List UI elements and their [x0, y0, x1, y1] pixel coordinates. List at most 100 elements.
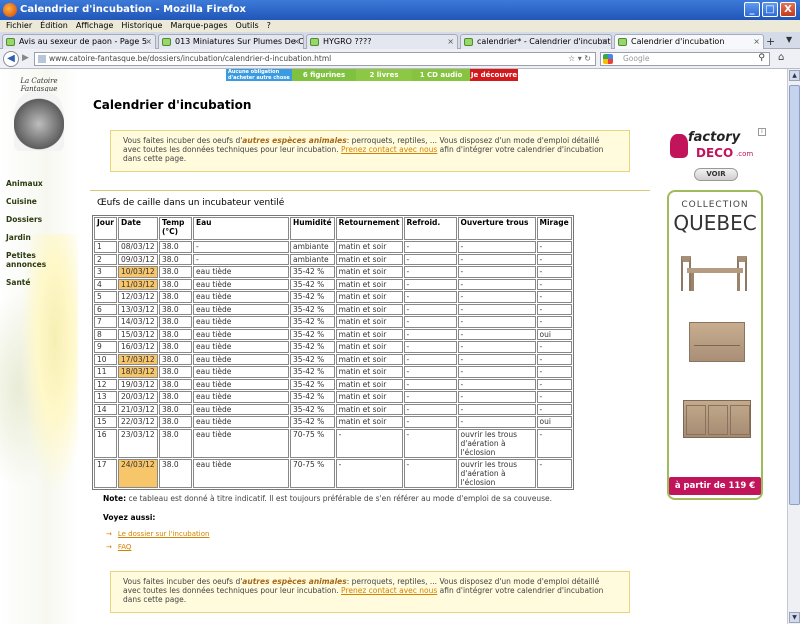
table-cell: 35-42 %: [289, 353, 335, 365]
scroll-thumb[interactable]: [789, 85, 800, 505]
close-tab-icon[interactable]: ×: [601, 35, 608, 48]
close-tab-icon[interactable]: ×: [145, 35, 152, 48]
maximize-button[interactable]: □: [762, 2, 778, 17]
see-also-links: → Le dossier sur l'incubation → FAQ: [106, 530, 209, 556]
table-cell: 1: [94, 241, 117, 253]
table-cell: 5: [94, 291, 117, 303]
menu-edition[interactable]: Édition: [40, 20, 68, 32]
table-cell: 35-42 %: [289, 391, 335, 403]
tab[interactable]: 013 Miniatures Sur Plumes De Cygne×: [158, 34, 304, 49]
table-cell: 19/03/12: [117, 378, 158, 390]
sidebar-item-jardin[interactable]: Jardin: [6, 233, 78, 242]
search-icon[interactable]: ⚲: [758, 52, 765, 64]
table-cell: 38.0: [158, 391, 192, 403]
table-cell: -: [457, 253, 536, 265]
site-logo[interactable]: La Catoire Fantasque: [6, 77, 72, 163]
home-icon[interactable]: ⌂: [778, 52, 784, 63]
sidebar-item-sante[interactable]: Santé: [6, 278, 78, 287]
table-row: 9 16/03/12 38.0 eau tiède 35-42 % matin et so…: [94, 341, 572, 353]
faq-link[interactable]: FAQ: [118, 543, 132, 551]
sidebar-item-cuisine[interactable]: Cuisine: [6, 197, 78, 206]
table-cell: -: [192, 241, 289, 253]
tab-label: 013 Miniatures Sur Plumes De Cygne: [175, 37, 304, 46]
table-cell: eau tiède: [192, 458, 289, 488]
incubation-dossier-link[interactable]: Le dossier sur l'incubation: [118, 530, 210, 538]
menu-help[interactable]: ?: [267, 20, 271, 32]
google-icon[interactable]: [603, 54, 613, 64]
menu-fichier[interactable]: Fichier: [6, 20, 32, 32]
ad-info-icon[interactable]: i: [758, 128, 766, 136]
banner-cta-button[interactable]: Je découvre: [470, 69, 518, 81]
url-bar[interactable]: www.catoire-fantasque.be/dossiers/incuba…: [34, 52, 596, 66]
chair-image: [681, 256, 691, 291]
table-cell: 9: [94, 341, 117, 353]
table-cell: -: [403, 416, 457, 428]
table-cell: oui: [536, 416, 572, 428]
search-input[interactable]: Google ⚲: [600, 52, 770, 66]
table-cell: 12: [94, 378, 117, 390]
table-leg-image: [737, 273, 740, 291]
tab[interactable]: calendrier* - Calendrier d'incubation ×: [460, 34, 612, 49]
tab[interactable]: HYGRO ???? ×: [306, 34, 458, 49]
tab-bar: Avis au sexeur de paon - Page 5 × 013 Mini…: [0, 32, 800, 49]
tab-favicon-icon: [162, 38, 171, 46]
page-title: Calendrier d'incubation: [93, 98, 252, 112]
scroll-up-button[interactable]: ▲: [789, 70, 800, 81]
table-cell: -: [457, 328, 536, 340]
ad-quebec-label: QUEBEC: [673, 211, 757, 235]
dining-set-image: [679, 252, 751, 296]
table-row: 5 12/03/12 38.0 eau tiède 35-42 % matin et so…: [94, 291, 572, 303]
menu-affichage[interactable]: Affichage: [76, 20, 114, 32]
col-header: Humidité: [289, 217, 335, 240]
menu-marque-pages[interactable]: Marque-pages: [170, 20, 227, 32]
table-row: 3 10/03/12 38.0 eau tiède 35-42 % matin et so…: [94, 266, 572, 278]
quebec-collection-ad[interactable]: COLLECTION QUEBEC: [667, 190, 763, 500]
table-cell: matin et soir: [335, 391, 403, 403]
contact-link[interactable]: Prenez contact avec nous: [341, 145, 437, 154]
minimize-button[interactable]: _: [744, 2, 760, 17]
contact-link[interactable]: Prenez contact avec nous: [341, 586, 437, 595]
close-tab-icon[interactable]: ×: [293, 35, 300, 48]
menu-outils[interactable]: Outils: [236, 20, 259, 32]
table-cell: 35-42 %: [289, 416, 335, 428]
menu-historique[interactable]: Historique: [121, 20, 162, 32]
table-cell: ambiante: [289, 253, 335, 265]
table-leg-image: [691, 273, 694, 291]
table-cell: eau tiède: [192, 266, 289, 278]
table-cell: -: [403, 403, 457, 415]
new-tab-button[interactable]: +: [766, 35, 775, 48]
url-controls[interactable]: ☆ ▾ ↻: [568, 53, 591, 65]
table-cell: 09/03/12: [117, 253, 158, 265]
ad-brand: factory: [688, 130, 741, 145]
top-ad-banner[interactable]: Aucune obligation d'acheter autre chose …: [226, 69, 518, 81]
table-cell: -: [403, 328, 457, 340]
table-cell: matin et soir: [335, 366, 403, 378]
sidebar-item-dossiers[interactable]: Dossiers: [6, 215, 78, 224]
table-cell: eau tiède: [192, 278, 289, 290]
table-cell: matin et soir: [335, 328, 403, 340]
table-row: 14 21/03/12 38.0 eau tiède 35-42 % matin et s…: [94, 403, 572, 415]
tab[interactable]: Avis au sexeur de paon - Page 5 ×: [2, 34, 156, 49]
sidebar-item-petites-annonces[interactable]: Petites annonces: [6, 251, 78, 269]
table-cell: 11: [94, 366, 117, 378]
table-cell: -: [457, 366, 536, 378]
close-window-button[interactable]: X: [780, 2, 796, 17]
close-tab-icon[interactable]: ×: [447, 35, 454, 48]
voir-button[interactable]: VOIR: [694, 168, 738, 181]
table-row: 1 08/03/12 38.0- ambiante matin et soir - - -: [94, 241, 572, 253]
back-button[interactable]: ◀: [3, 51, 19, 67]
info-notice-top: Vous faites incuber des oeufs d'autres e…: [110, 130, 630, 172]
list-tabs-icon[interactable]: ▼: [786, 35, 792, 44]
close-tab-icon[interactable]: ×: [753, 35, 760, 48]
table-cell: 17/03/12: [117, 353, 158, 365]
scroll-down-button[interactable]: ▼: [789, 612, 800, 623]
page-scrollbar[interactable]: ▲ ▼: [787, 69, 800, 624]
forward-button[interactable]: ▶: [22, 53, 29, 63]
sidebar-item-animaux[interactable]: Animaux: [6, 179, 78, 188]
table-cell: 35-42 %: [289, 303, 335, 315]
table-cell: eau tiède: [192, 403, 289, 415]
table-row: 8 15/03/12 38.0 eau tiède 35-42 % matin et so…: [94, 328, 572, 340]
price-badge[interactable]: à partir de 119 €: [669, 477, 761, 495]
tab[interactable]: Calendrier d'incubation ×: [614, 34, 764, 49]
table-row: 16 23/03/12 38.0 eau tiède 70-75 % - - ouvrir l…: [94, 428, 572, 458]
